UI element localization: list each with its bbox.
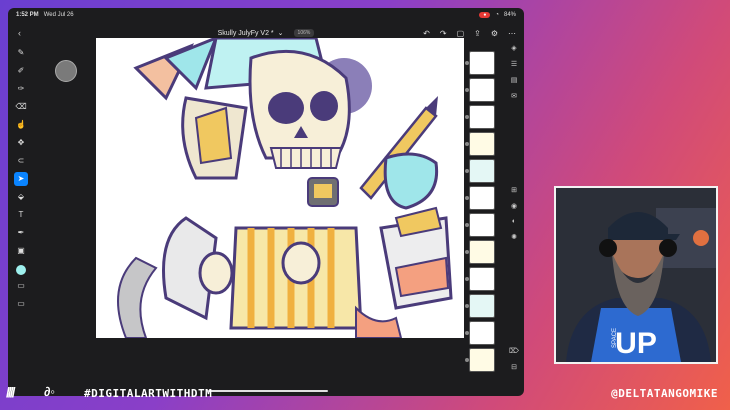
zoom-level[interactable]: 106% <box>293 29 315 37</box>
brush-icon[interactable]: ✎ <box>14 46 28 60</box>
layer-thumbnail[interactable] <box>465 159 495 183</box>
layer-visibility-dot[interactable] <box>465 61 469 65</box>
adjustments-icon[interactable]: ☰ <box>511 60 517 68</box>
chevron-down-icon[interactable]: ⌄ <box>278 29 284 37</box>
settings-icon[interactable]: ⚙ <box>491 29 498 38</box>
layer-thumbnail[interactable] <box>465 132 495 156</box>
layers-panel <box>465 51 499 381</box>
layer-visibility-dot[interactable] <box>465 277 469 281</box>
shirt-small-text: SPACE <box>612 328 618 348</box>
layer-visibility-dot[interactable] <box>465 304 469 308</box>
brush-size-preview[interactable] <box>55 60 77 82</box>
gallery-icon[interactable]: ▢ <box>457 29 465 38</box>
layer-thumbnail[interactable] <box>465 321 495 345</box>
fill-icon[interactable]: ⬙ <box>14 190 28 204</box>
merge-icon[interactable]: ⊟ <box>511 363 517 371</box>
channel-logo-icon: //// <box>6 384 16 400</box>
comment-icon[interactable]: ✉ <box>511 92 517 100</box>
share-icon[interactable]: ⇪ <box>474 29 481 38</box>
image-icon[interactable]: ▣ <box>14 244 28 258</box>
status-bar: 1:52 PM Wed Jul 26 ● ◔ 84% <box>8 8 524 22</box>
document-title[interactable]: Skully JulyFy V2 * <box>218 30 274 37</box>
wifi-icon: ◔ <box>495 12 499 18</box>
webcam-overlay: UP SPACE <box>554 186 718 364</box>
layer-thumbnail[interactable] <box>465 51 495 75</box>
layer-thumbnail[interactable] <box>465 213 495 237</box>
move-icon[interactable]: ✥ <box>14 136 28 150</box>
layer-visibility-dot[interactable] <box>465 196 469 200</box>
eyedropper-icon[interactable]: ✒ <box>14 226 28 240</box>
layer-visibility-dot[interactable] <box>465 115 469 119</box>
reference-icon[interactable]: ▤ <box>511 76 518 84</box>
layer-visibility-dot[interactable] <box>465 223 469 227</box>
hashtag-text: #DIGITALARTWITHDTM <box>84 387 213 400</box>
dtm-logo-icon: ∂◦ <box>44 384 56 399</box>
home-indicator <box>208 390 328 392</box>
eraser-icon[interactable]: ⌫ <box>14 100 28 114</box>
mask-icon[interactable]: ◐ <box>512 218 516 225</box>
layer-thumbnail[interactable] <box>465 105 495 129</box>
layer-visibility-dot[interactable] <box>465 142 469 146</box>
drawing-canvas[interactable] <box>96 38 464 338</box>
size-icon[interactable]: ▭ <box>14 297 28 311</box>
pencil-icon[interactable]: ✐ <box>14 64 28 78</box>
select-icon[interactable]: ➤ <box>14 172 28 186</box>
add-layer-icon[interactable]: ⊞ <box>511 186 517 194</box>
status-time: 1:52 PM <box>16 12 39 18</box>
redo-icon[interactable]: ↷ <box>440 29 447 38</box>
layer-visibility-dot[interactable] <box>465 358 469 362</box>
more-icon[interactable]: ⋯ <box>508 29 516 38</box>
right-toolbar: ◈ ☰ ▤ ✉ ⊞ ◉ ◐ ✺ ⌦ ⊟ <box>506 44 522 394</box>
opacity-icon[interactable]: ▭ <box>14 279 28 293</box>
ink-icon[interactable]: ✑ <box>14 82 28 96</box>
recording-indicator: ● <box>479 12 491 18</box>
effects-icon[interactable]: ✺ <box>511 233 517 241</box>
lasso-icon[interactable]: ⊂ <box>14 154 28 168</box>
layer-thumbnail[interactable] <box>465 294 495 318</box>
presenter-video: UP SPACE <box>556 188 716 362</box>
back-icon[interactable]: ‹ <box>18 28 21 38</box>
undo-icon[interactable]: ↶ <box>423 29 430 38</box>
ipad-screen: 1:52 PM Wed Jul 26 ● ◔ 84% ‹ Skully July… <box>8 8 524 396</box>
delete-icon[interactable]: ⌦ <box>509 347 519 355</box>
social-handle: @DELTATANGOMIKE <box>611 387 718 400</box>
color-swatch[interactable] <box>16 265 26 275</box>
layer-visibility-dot[interactable] <box>465 88 469 92</box>
battery-level: 84% <box>503 12 516 18</box>
shirt-text: UP <box>615 327 657 360</box>
text-icon[interactable]: T <box>14 208 28 222</box>
layer-thumbnail[interactable] <box>465 267 495 291</box>
layers-icon[interactable]: ◈ <box>511 44 516 52</box>
layer-thumbnail[interactable] <box>465 78 495 102</box>
layer-thumbnail[interactable] <box>465 186 495 210</box>
layer-visibility-dot[interactable] <box>465 331 469 335</box>
layer-visibility-dot[interactable] <box>465 250 469 254</box>
left-toolbar: ✎ ✐ ✑ ⌫ ☝ ✥ ⊂ ➤ ⬙ T ✒ ▣ ▭ ▭ <box>10 46 32 326</box>
layer-visibility-dot[interactable] <box>465 169 469 173</box>
artwork-illustration <box>117 38 453 338</box>
smudge-icon[interactable]: ☝ <box>14 118 28 132</box>
document-title-group[interactable]: Skully JulyFy V2 * ⌄ 106% <box>218 29 315 37</box>
status-date: Wed Jul 26 <box>43 12 74 18</box>
layer-thumbnail[interactable] <box>465 240 495 264</box>
visibility-icon[interactable]: ◉ <box>511 202 517 210</box>
layer-thumbnail[interactable] <box>465 348 495 372</box>
